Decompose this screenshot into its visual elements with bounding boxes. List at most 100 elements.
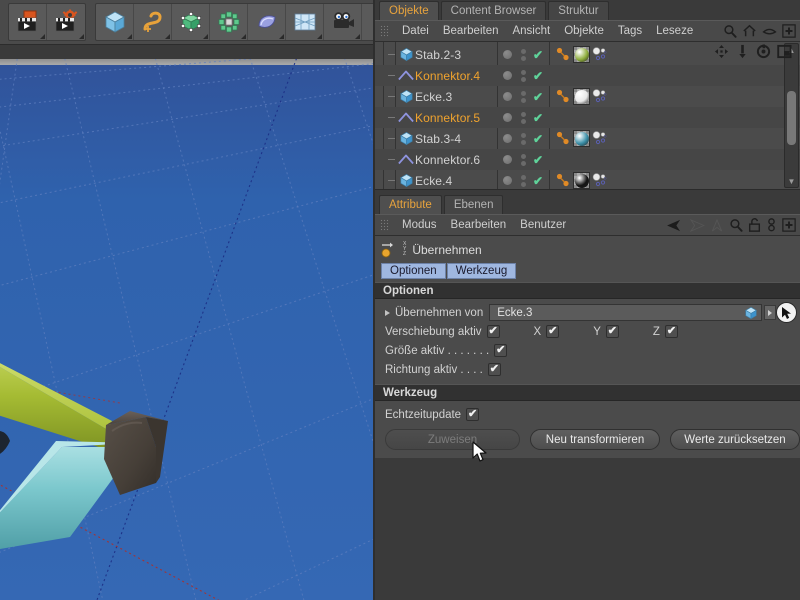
object-list-scrollbar[interactable]: ▲ ▼: [784, 43, 799, 188]
material-tag-icon[interactable]: [573, 172, 590, 189]
object-name[interactable]: Ecke.3: [415, 90, 452, 104]
cube-icon[interactable]: [397, 89, 415, 104]
object-tags[interactable]: D: [555, 172, 607, 189]
deformer-icon[interactable]: [248, 4, 286, 40]
object-manager-tabs[interactable]: Objekte Content Browser Struktur: [375, 0, 800, 20]
connector-icon[interactable]: [397, 153, 415, 166]
visibility-toggles[interactable]: [521, 49, 526, 61]
visibility-dot[interactable]: [503, 113, 512, 122]
expand-triangle-icon[interactable]: [385, 310, 390, 316]
visibility-toggles[interactable]: [521, 154, 526, 166]
object-name[interactable]: Konnektor.4: [415, 69, 480, 83]
option-checkbox[interactable]: ✔: [488, 363, 501, 376]
phong-tag-icon[interactable]: [555, 130, 571, 147]
scroll-down-arrow[interactable]: ▼: [785, 175, 798, 187]
object-tags[interactable]: D: [555, 88, 607, 105]
visibility-toggles[interactable]: [521, 91, 526, 103]
object-manager-menubar[interactable]: Datei Bearbeiten Ansicht Objekte Tags Le…: [375, 20, 800, 42]
menu-attr-bearbeiten[interactable]: Bearbeiten: [444, 214, 514, 236]
menu-lesezeichen[interactable]: Leseze: [649, 20, 700, 42]
point-tag-icon[interactable]: D: [592, 88, 607, 105]
camera-icon[interactable]: [324, 4, 362, 40]
forward-arrow-icon[interactable]: [688, 219, 705, 232]
object-row[interactable]: Stab.3-4 ✔: [375, 128, 800, 149]
render-view-icon[interactable]: [9, 4, 47, 40]
object-name[interactable]: Stab.2-3: [415, 48, 461, 62]
axis-checkbox-x[interactable]: ✔: [546, 325, 559, 338]
enabled-checkmark[interactable]: ✔: [533, 132, 543, 146]
tab-content-browser[interactable]: Content Browser: [441, 1, 547, 20]
scroll-thumb[interactable]: [787, 91, 796, 145]
cube-icon[interactable]: [397, 173, 415, 188]
visibility-toggles[interactable]: [521, 70, 526, 82]
realtime-checkbox[interactable]: ✔: [466, 408, 479, 421]
plus-box-icon[interactable]: [782, 24, 796, 38]
phong-tag-icon[interactable]: [555, 88, 571, 105]
material-tag-icon[interactable]: [573, 130, 590, 147]
attribute-manager-menubar[interactable]: Modus Bearbeiten Benutzer: [375, 214, 800, 236]
connector-icon[interactable]: [397, 111, 415, 124]
enabled-checkmark[interactable]: ✔: [533, 111, 543, 125]
visibility-dot[interactable]: [503, 134, 512, 143]
attribute-manager-tabs[interactable]: Attribute Ebenen: [375, 194, 800, 214]
object-name[interactable]: Konnektor.5: [415, 111, 480, 125]
search-icon[interactable]: [723, 24, 737, 38]
render-settings-icon[interactable]: [47, 4, 85, 40]
array-icon[interactable]: [210, 4, 248, 40]
point-tag-icon[interactable]: D: [592, 46, 607, 63]
axis-checkbox-y[interactable]: ✔: [606, 325, 619, 338]
werte-zuruecksetzen-button[interactable]: Werte zurücksetzen: [670, 429, 800, 450]
object-row[interactable]: Ecke.4 ✔ D: [375, 170, 800, 190]
visibility-toggles[interactable]: [521, 175, 526, 187]
point-tag-icon[interactable]: D: [592, 130, 607, 147]
material-tag-icon[interactable]: [573, 88, 590, 105]
object-row[interactable]: Ecke.3 ✔ D: [375, 86, 800, 107]
visibility-dot[interactable]: [503, 176, 512, 185]
object-row[interactable]: Konnektor.5 ✔: [375, 107, 800, 128]
visibility-toggles[interactable]: [521, 112, 526, 124]
viewport-nav-icons[interactable]: [714, 44, 792, 59]
phong-tag-icon[interactable]: [555, 46, 571, 63]
menu-objekte[interactable]: Objekte: [557, 20, 611, 42]
menu-bearbeiten[interactable]: Bearbeiten: [436, 20, 506, 42]
menu-ansicht[interactable]: Ansicht: [505, 20, 557, 42]
option-checkbox[interactable]: ✔: [494, 344, 507, 357]
scale-view-icon[interactable]: [735, 44, 750, 59]
enabled-checkmark[interactable]: ✔: [533, 48, 543, 62]
search-icon[interactable]: [729, 218, 743, 232]
menubar-grip[interactable]: [380, 25, 389, 37]
attribute-subtabs[interactable]: Optionen Werkzeug: [375, 263, 800, 282]
rotate-view-icon[interactable]: [756, 44, 771, 59]
axis-checkbox-z[interactable]: ✔: [665, 325, 678, 338]
tab-struktur[interactable]: Struktur: [548, 1, 608, 20]
pin-icon[interactable]: [766, 218, 777, 232]
home-icon[interactable]: [742, 24, 757, 38]
plus-box-icon[interactable]: [782, 218, 796, 232]
tab-ebenen[interactable]: Ebenen: [444, 195, 504, 214]
move-view-icon[interactable]: [714, 44, 729, 59]
source-dropdown-arrow[interactable]: [764, 305, 776, 320]
object-name[interactable]: Konnektor.6: [415, 153, 480, 167]
object-row[interactable]: Konnektor.6 ✔: [375, 149, 800, 170]
zuweisen-button[interactable]: Zuweisen: [385, 429, 520, 450]
object-manager-list[interactable]: Stab.2-3 ✔: [375, 42, 800, 190]
object-name[interactable]: Stab.3-4: [415, 132, 461, 146]
source-input[interactable]: Ecke.3: [489, 304, 762, 321]
subtab-optionen[interactable]: Optionen: [381, 263, 446, 279]
maximize-view-icon[interactable]: [777, 44, 792, 59]
attr-menubar-grip[interactable]: [380, 219, 389, 231]
phong-tag-icon[interactable]: [555, 172, 571, 189]
enabled-checkmark[interactable]: ✔: [533, 153, 543, 167]
connector-icon[interactable]: [397, 69, 415, 82]
cube-icon[interactable]: [397, 47, 415, 62]
visibility-dot[interactable]: [503, 50, 512, 59]
menu-benutzer[interactable]: Benutzer: [513, 214, 573, 236]
viewport-3d[interactable]: [0, 59, 375, 600]
visibility-dot[interactable]: [503, 71, 512, 80]
pick-object-button[interactable]: [776, 302, 797, 323]
object-name[interactable]: Ecke.4: [415, 174, 452, 188]
scene-geometry[interactable]: [0, 59, 375, 600]
neu-transformieren-button[interactable]: Neu transformieren: [530, 429, 660, 450]
option-checkbox[interactable]: ✔: [487, 325, 500, 338]
enabled-checkmark[interactable]: ✔: [533, 174, 543, 188]
